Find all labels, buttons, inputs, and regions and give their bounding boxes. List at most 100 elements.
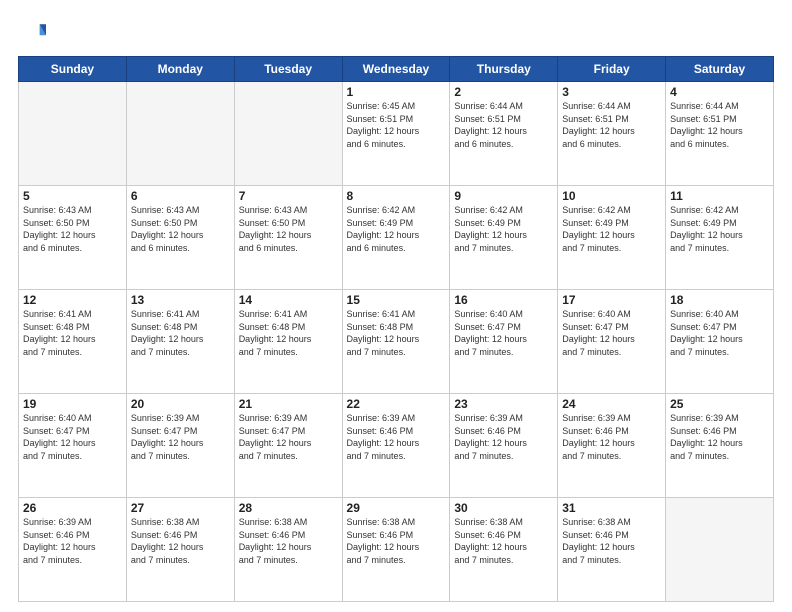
calendar-cell: 28 Sunrise: 6:38 AM Sunset: 6:46 PM Dayli… — [234, 498, 342, 602]
calendar-cell: 9Sunrise: 6:42 AM Sunset: 6:49 PM Daylig… — [450, 186, 558, 290]
day-number: 18 — [670, 293, 769, 307]
day-info: Sunrise: 6:42 AM Sunset: 6:49 PM Dayligh… — [562, 205, 635, 253]
calendar-week-5: 26 Sunrise: 6:39 AM Sunset: 6:46 PM Dayli… — [19, 498, 774, 602]
page: SundayMondayTuesdayWednesdayThursdayFrid… — [0, 0, 792, 612]
calendar-cell: 15 Sunrise: 6:41 AM Sunset: 6:48 PM Dayli… — [342, 290, 450, 394]
day-number: 11 — [670, 189, 769, 203]
day-info: Sunrise: 6:39 AM Sunset: 6:46 PM Dayligh… — [454, 413, 527, 461]
day-number: 27 — [131, 501, 230, 515]
day-number: 9 — [454, 189, 553, 203]
day-number: 4 — [670, 85, 769, 99]
day-info: Sunrise: 6:39 AM Sunset: 6:46 PM Dayligh… — [23, 517, 96, 565]
calendar-cell: 10 Sunrise: 6:42 AM Sunset: 6:49 PM Dayli… — [558, 186, 666, 290]
day-number: 6 — [131, 189, 230, 203]
calendar-cell: 16 Sunrise: 6:40 AM Sunset: 6:47 PM Dayli… — [450, 290, 558, 394]
day-info: Sunrise: 6:41 AM Sunset: 6:48 PM Dayligh… — [347, 309, 420, 357]
calendar-cell: 6 Sunrise: 6:43 AM Sunset: 6:50 PM Daylig… — [126, 186, 234, 290]
calendar-cell: 3 Sunrise: 6:44 AM Sunset: 6:51 PM Daylig… — [558, 82, 666, 186]
day-info: Sunrise: 6:39 AM Sunset: 6:46 PM Dayligh… — [562, 413, 635, 461]
day-info: Sunrise: 6:38 AM Sunset: 6:46 PM Dayligh… — [131, 517, 204, 565]
calendar-cell: 11 Sunrise: 6:42 AM Sunset: 6:49 PM Dayli… — [666, 186, 774, 290]
day-info: Sunrise: 6:41 AM Sunset: 6:48 PM Dayligh… — [131, 309, 204, 357]
calendar-cell: 19 Sunrise: 6:40 AM Sunset: 6:47 PM Dayli… — [19, 394, 127, 498]
calendar-cell — [126, 82, 234, 186]
day-info: Sunrise: 6:40 AM Sunset: 6:47 PM Dayligh… — [23, 413, 96, 461]
calendar-header-friday: Friday — [558, 57, 666, 82]
calendar-cell — [666, 498, 774, 602]
day-number: 13 — [131, 293, 230, 307]
calendar-cell: 30Sunrise: 6:38 AM Sunset: 6:46 PM Dayli… — [450, 498, 558, 602]
calendar-cell: 4Sunrise: 6:44 AM Sunset: 6:51 PM Daylig… — [666, 82, 774, 186]
day-number: 5 — [23, 189, 122, 203]
calendar-header-sunday: Sunday — [19, 57, 127, 82]
day-info: Sunrise: 6:41 AM Sunset: 6:48 PM Dayligh… — [23, 309, 96, 357]
day-number: 28 — [239, 501, 338, 515]
day-info: Sunrise: 6:40 AM Sunset: 6:47 PM Dayligh… — [454, 309, 527, 357]
day-info: Sunrise: 6:45 AM Sunset: 6:51 PM Dayligh… — [347, 101, 420, 149]
calendar-cell — [19, 82, 127, 186]
day-number: 1 — [347, 85, 446, 99]
day-number: 19 — [23, 397, 122, 411]
day-number: 14 — [239, 293, 338, 307]
day-number: 25 — [670, 397, 769, 411]
header — [18, 18, 774, 46]
calendar-header-saturday: Saturday — [666, 57, 774, 82]
calendar-header-tuesday: Tuesday — [234, 57, 342, 82]
day-info: Sunrise: 6:43 AM Sunset: 6:50 PM Dayligh… — [239, 205, 312, 253]
day-info: Sunrise: 6:38 AM Sunset: 6:46 PM Dayligh… — [239, 517, 312, 565]
day-info: Sunrise: 6:43 AM Sunset: 6:50 PM Dayligh… — [131, 205, 204, 253]
calendar-cell: 7Sunrise: 6:43 AM Sunset: 6:50 PM Daylig… — [234, 186, 342, 290]
day-info: Sunrise: 6:43 AM Sunset: 6:50 PM Dayligh… — [23, 205, 96, 253]
day-number: 20 — [131, 397, 230, 411]
day-number: 8 — [347, 189, 446, 203]
calendar-cell: 31 Sunrise: 6:38 AM Sunset: 6:46 PM Dayli… — [558, 498, 666, 602]
day-number: 10 — [562, 189, 661, 203]
day-info: Sunrise: 6:38 AM Sunset: 6:46 PM Dayligh… — [347, 517, 420, 565]
calendar-cell: 29Sunrise: 6:38 AM Sunset: 6:46 PM Dayli… — [342, 498, 450, 602]
day-info: Sunrise: 6:41 AM Sunset: 6:48 PM Dayligh… — [239, 309, 312, 357]
day-info: Sunrise: 6:44 AM Sunset: 6:51 PM Dayligh… — [562, 101, 635, 149]
calendar-cell — [234, 82, 342, 186]
calendar-cell: 12Sunrise: 6:41 AM Sunset: 6:48 PM Dayli… — [19, 290, 127, 394]
calendar-header-wednesday: Wednesday — [342, 57, 450, 82]
day-number: 17 — [562, 293, 661, 307]
day-info: Sunrise: 6:42 AM Sunset: 6:49 PM Dayligh… — [347, 205, 420, 253]
calendar-header-thursday: Thursday — [450, 57, 558, 82]
day-number: 26 — [23, 501, 122, 515]
calendar-cell: 2 Sunrise: 6:44 AM Sunset: 6:51 PM Daylig… — [450, 82, 558, 186]
calendar-week-2: 5 Sunrise: 6:43 AM Sunset: 6:50 PM Daylig… — [19, 186, 774, 290]
calendar-cell: 17 Sunrise: 6:40 AM Sunset: 6:47 PM Dayli… — [558, 290, 666, 394]
calendar-cell: 21 Sunrise: 6:39 AM Sunset: 6:47 PM Dayli… — [234, 394, 342, 498]
day-number: 15 — [347, 293, 446, 307]
day-number: 3 — [562, 85, 661, 99]
day-info: Sunrise: 6:39 AM Sunset: 6:46 PM Dayligh… — [670, 413, 743, 461]
calendar-cell: 23Sunrise: 6:39 AM Sunset: 6:46 PM Dayli… — [450, 394, 558, 498]
day-info: Sunrise: 6:38 AM Sunset: 6:46 PM Dayligh… — [454, 517, 527, 565]
calendar-cell: 8 Sunrise: 6:42 AM Sunset: 6:49 PM Daylig… — [342, 186, 450, 290]
logo-icon — [18, 18, 46, 46]
calendar-week-4: 19 Sunrise: 6:40 AM Sunset: 6:47 PM Dayli… — [19, 394, 774, 498]
calendar-cell: 13 Sunrise: 6:41 AM Sunset: 6:48 PM Dayli… — [126, 290, 234, 394]
calendar-cell: 1 Sunrise: 6:45 AM Sunset: 6:51 PM Daylig… — [342, 82, 450, 186]
day-number: 31 — [562, 501, 661, 515]
day-info: Sunrise: 6:40 AM Sunset: 6:47 PM Dayligh… — [562, 309, 635, 357]
calendar-table: SundayMondayTuesdayWednesdayThursdayFrid… — [18, 56, 774, 602]
calendar-cell: 27 Sunrise: 6:38 AM Sunset: 6:46 PM Dayli… — [126, 498, 234, 602]
calendar-week-1: 1 Sunrise: 6:45 AM Sunset: 6:51 PM Daylig… — [19, 82, 774, 186]
calendar-header-row: SundayMondayTuesdayWednesdayThursdayFrid… — [19, 57, 774, 82]
day-number: 2 — [454, 85, 553, 99]
calendar-cell: 22Sunrise: 6:39 AM Sunset: 6:46 PM Dayli… — [342, 394, 450, 498]
calendar-cell: 20Sunrise: 6:39 AM Sunset: 6:47 PM Dayli… — [126, 394, 234, 498]
day-info: Sunrise: 6:39 AM Sunset: 6:47 PM Dayligh… — [239, 413, 312, 461]
day-number: 16 — [454, 293, 553, 307]
day-info: Sunrise: 6:40 AM Sunset: 6:47 PM Dayligh… — [670, 309, 743, 357]
day-number: 21 — [239, 397, 338, 411]
day-info: Sunrise: 6:44 AM Sunset: 6:51 PM Dayligh… — [454, 101, 527, 149]
calendar-cell: 18 Sunrise: 6:40 AM Sunset: 6:47 PM Dayli… — [666, 290, 774, 394]
logo — [18, 18, 50, 46]
day-number: 24 — [562, 397, 661, 411]
day-info: Sunrise: 6:38 AM Sunset: 6:46 PM Dayligh… — [562, 517, 635, 565]
calendar-week-3: 12Sunrise: 6:41 AM Sunset: 6:48 PM Dayli… — [19, 290, 774, 394]
calendar-cell: 5 Sunrise: 6:43 AM Sunset: 6:50 PM Daylig… — [19, 186, 127, 290]
day-info: Sunrise: 6:42 AM Sunset: 6:49 PM Dayligh… — [670, 205, 743, 253]
